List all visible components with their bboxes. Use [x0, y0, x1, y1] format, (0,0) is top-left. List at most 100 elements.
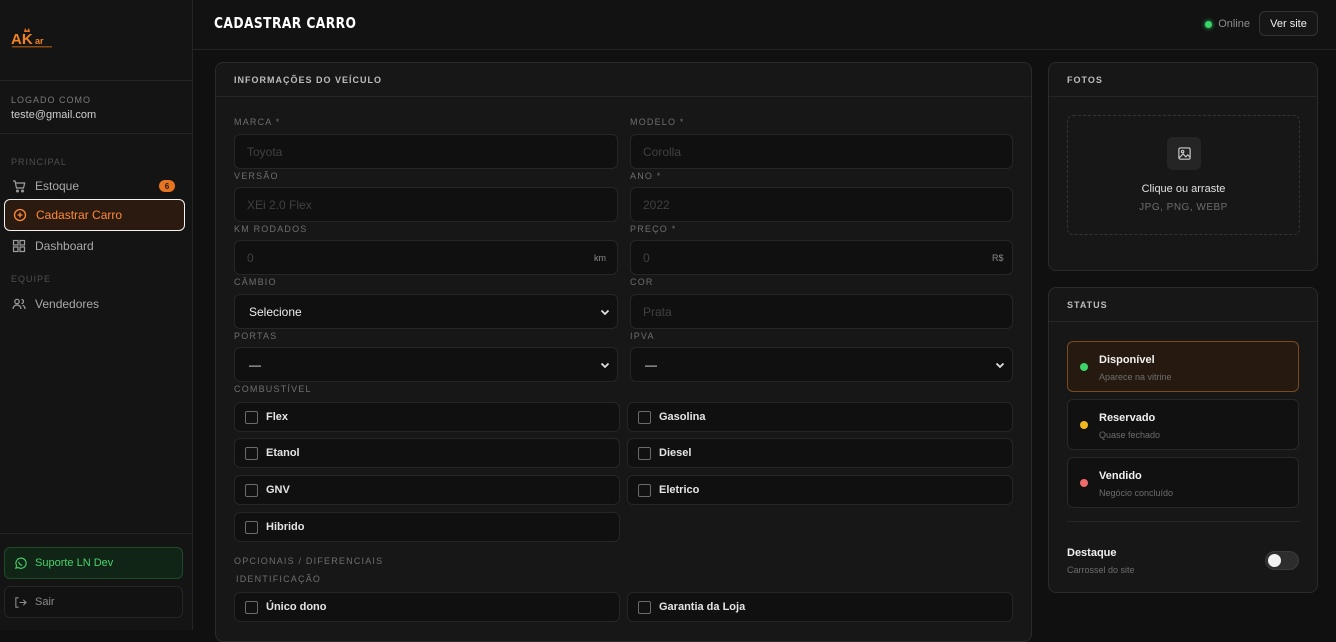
checkbox[interactable] — [245, 600, 258, 614]
fuel-option-label: Etanol — [266, 447, 300, 459]
status-option-vendido[interactable]: Vendido Negócio concluído — [1067, 457, 1299, 508]
status-option-sub: Quase fechado — [1099, 430, 1161, 440]
svg-text:AK: AK — [11, 31, 33, 48]
whatsapp-icon — [14, 557, 27, 570]
fuel-option-gnv[interactable]: GNV — [234, 475, 620, 505]
svg-text:ar: ar — [35, 36, 44, 46]
view-site-button[interactable]: Ver site — [1259, 11, 1318, 36]
status-option-disponivel[interactable]: Disponível Aparece na vitrine — [1067, 341, 1299, 392]
chevron-down-icon — [994, 359, 1006, 374]
status-option-reservado[interactable]: Reservado Quase fechado — [1067, 399, 1299, 450]
portas-selected-value: — — [249, 357, 261, 372]
sidebar-item-vendedores[interactable]: Vendedores — [4, 288, 185, 320]
support-label: Suporte LN Dev — [35, 557, 114, 569]
online-status: Online — [1205, 18, 1250, 30]
extra-option-unico-dono[interactable]: Único dono — [234, 592, 620, 622]
fuel-option-gasolina[interactable]: Gasolina — [627, 402, 1013, 432]
fuel-option-label: Diesel — [659, 447, 692, 459]
sidebar-item-cadastrar-carro[interactable]: Cadastrar Carro — [4, 199, 185, 231]
photo-dropzone[interactable]: Clique ou arraste JPG, PNG, WEBP — [1067, 115, 1300, 235]
cambio-select[interactable]: Selecione — [234, 294, 618, 329]
ano-label: ANO * — [630, 171, 662, 181]
highlight-sub: Carrossel do site — [1067, 565, 1135, 575]
fuel-option-flex[interactable]: Flex — [234, 402, 620, 432]
status-option-sub: Aparece na vitrine — [1099, 372, 1172, 382]
modelo-label: MODELO * — [630, 117, 685, 127]
checkbox[interactable] — [245, 446, 258, 460]
logo[interactable]: AK ar — [11, 26, 55, 50]
fuel-option-diesel[interactable]: Diesel — [627, 438, 1013, 468]
versao-label: VERSÃO — [234, 171, 279, 181]
cart-icon — [12, 179, 26, 193]
km-input[interactable] — [234, 240, 618, 275]
photos-title: FOTOS — [1049, 63, 1317, 97]
dropzone-formats: JPG, PNG, WEBP — [1139, 202, 1228, 213]
logout-button[interactable]: Sair — [4, 586, 183, 618]
preco-label: PREÇO * — [630, 224, 677, 234]
section-label-principal: PRINCIPAL — [11, 157, 67, 167]
chevron-down-icon — [599, 306, 611, 321]
sidebar-item-estoque[interactable]: Estoque 6 — [4, 170, 185, 202]
highlight-toggle[interactable] — [1265, 551, 1299, 570]
toggle-knob — [1268, 554, 1281, 567]
checkbox[interactable] — [638, 600, 651, 614]
stock-count-badge: 6 — [159, 180, 175, 192]
extra-option-garantia-loja[interactable]: Garantia da Loja — [627, 592, 1013, 622]
checkbox[interactable] — [245, 483, 258, 497]
chevron-down-icon — [599, 359, 611, 374]
ipva-selected-value: — — [645, 357, 657, 372]
versao-input[interactable] — [234, 187, 618, 222]
grid-icon — [12, 239, 26, 253]
status-panel: STATUS Disponível Aparece na vitrine Res… — [1048, 287, 1318, 593]
checkbox[interactable] — [638, 410, 651, 424]
status-dot-icon — [1080, 421, 1088, 429]
fuel-option-hibrido[interactable]: Hibrido — [234, 512, 620, 542]
fuel-option-label: GNV — [266, 484, 290, 496]
image-icon — [1167, 137, 1201, 170]
highlight-title: Destaque — [1067, 547, 1117, 559]
fuel-option-eletrico[interactable]: Eletrico — [627, 475, 1013, 505]
checkbox[interactable] — [638, 446, 651, 460]
ipva-label: IPVA — [630, 331, 655, 341]
status-option-title: Disponível — [1099, 354, 1155, 366]
sidebar-item-dashboard[interactable]: Dashboard — [4, 230, 185, 262]
marca-label: MARCA * — [234, 117, 281, 127]
dropzone-title: Clique ou arraste — [1141, 183, 1226, 195]
support-button[interactable]: Suporte LN Dev — [4, 547, 183, 579]
status-option-title: Vendido — [1099, 470, 1142, 482]
sidebar: AK ar LOGADO COMO teste@gmail.com PRINCI… — [0, 0, 193, 630]
portas-label: PORTAS — [234, 331, 278, 341]
cambio-selected-value: Selecione — [249, 304, 302, 319]
status-dot-icon — [1080, 363, 1088, 371]
sidebar-item-label: Estoque — [35, 179, 80, 193]
ano-input[interactable] — [630, 187, 1013, 222]
vehicle-info-panel: INFORMAÇÕES DO VEÍCULO MARCA * MODELO * … — [215, 62, 1032, 642]
preco-input[interactable] — [630, 240, 1013, 275]
checkbox[interactable] — [245, 410, 258, 424]
fuel-option-label: Eletrico — [659, 484, 700, 496]
cor-input[interactable] — [630, 294, 1013, 329]
section-label-equipe: EQUIPE — [11, 274, 52, 284]
km-label: KM RODADOS — [234, 224, 308, 234]
modelo-input[interactable] — [630, 134, 1013, 169]
top-header: CADASTRAR CARRO Online Ver site — [193, 0, 1336, 50]
marca-input[interactable] — [234, 134, 618, 169]
sidebar-divider — [0, 533, 192, 534]
status-option-title: Reservado — [1099, 412, 1156, 424]
vehicle-info-title: INFORMAÇÕES DO VEÍCULO — [216, 63, 1031, 97]
online-label: Online — [1218, 18, 1250, 30]
portas-select[interactable]: — — [234, 347, 618, 382]
fuel-option-etanol[interactable]: Etanol — [234, 438, 620, 468]
fuel-option-label: Hibrido — [266, 521, 305, 533]
extra-option-label: Único dono — [266, 601, 327, 613]
identification-label: IDENTIFICAÇÃO — [236, 574, 322, 584]
photos-panel: FOTOS Clique ou arraste JPG, PNG, WEBP — [1048, 62, 1318, 271]
checkbox[interactable] — [638, 483, 651, 497]
cor-label: COR — [630, 277, 654, 287]
extra-option-label: Garantia da Loja — [659, 601, 746, 613]
plus-circle-icon — [13, 208, 27, 222]
ipva-select[interactable]: — — [630, 347, 1013, 382]
checkbox[interactable] — [245, 520, 258, 534]
users-icon — [12, 297, 26, 311]
cambio-label: CÂMBIO — [234, 277, 277, 287]
